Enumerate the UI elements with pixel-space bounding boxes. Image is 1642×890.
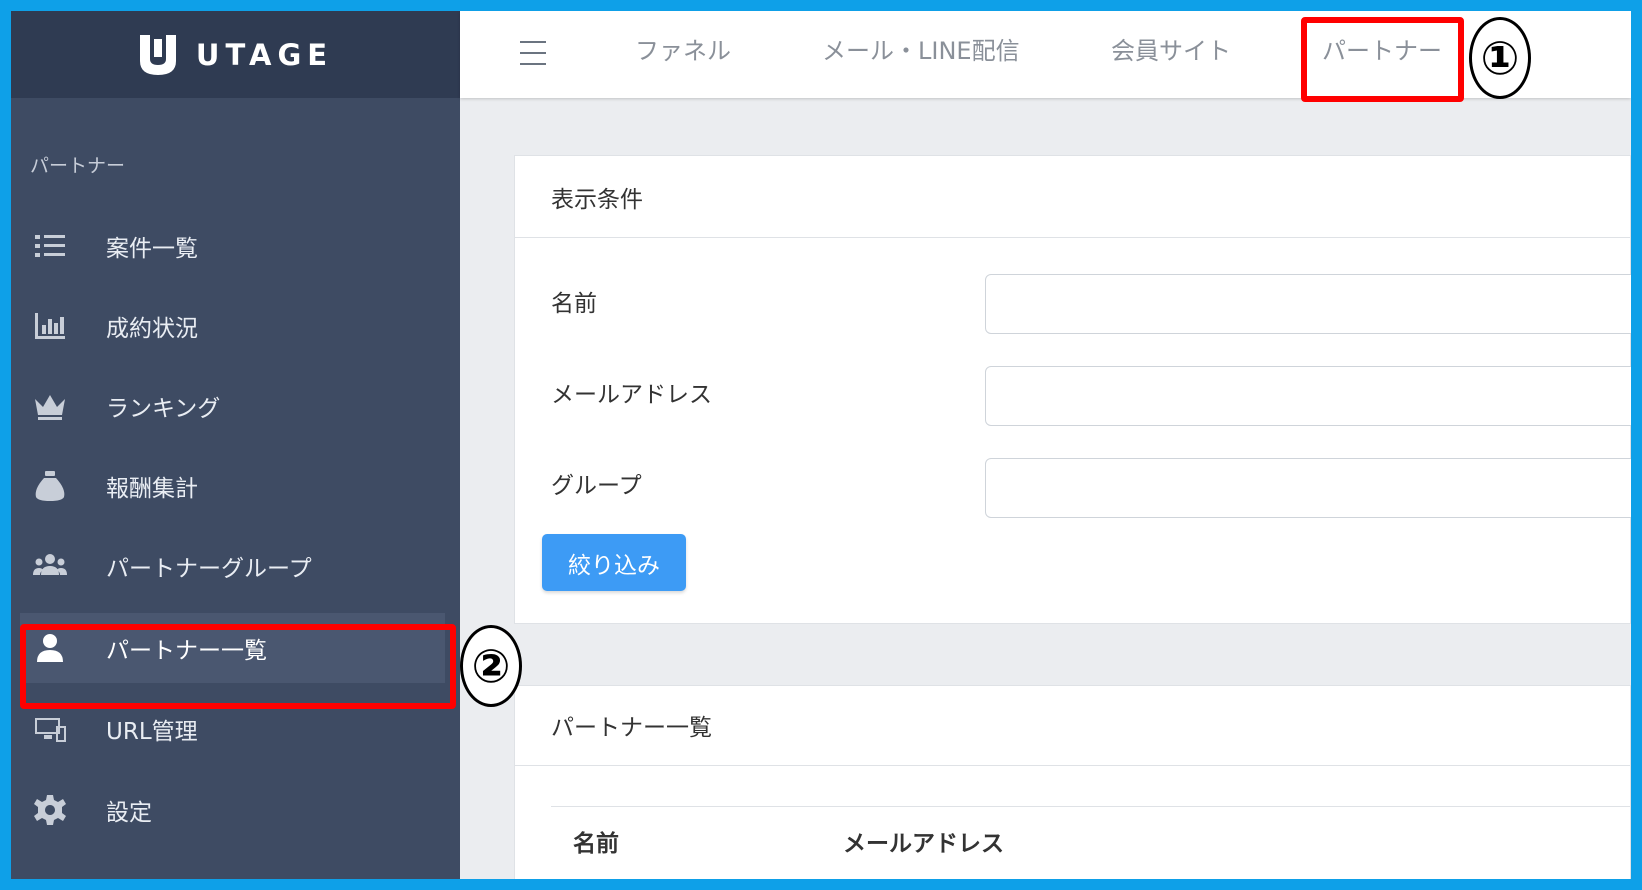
brand-name: UTAGE bbox=[195, 37, 334, 72]
money-bag-icon bbox=[30, 466, 70, 506]
users-icon bbox=[30, 546, 70, 586]
partner-list-title: パートナー一覧 bbox=[551, 715, 712, 741]
table-top-border bbox=[551, 806, 1631, 807]
utage-logo-icon bbox=[139, 34, 176, 75]
filter-button[interactable]: 絞り込み bbox=[542, 534, 686, 591]
column-header-name[interactable]: 名前 bbox=[573, 824, 619, 858]
group-label: グループ bbox=[551, 473, 642, 499]
filter-card: 表示条件 名前 メールアドレス グループ 絞り込み bbox=[514, 155, 1631, 624]
hamburger-icon[interactable] bbox=[520, 41, 546, 65]
name-input[interactable] bbox=[985, 274, 1631, 334]
sidebar-item-label: 報酬集計 bbox=[106, 476, 198, 502]
divider bbox=[515, 765, 1631, 766]
sidebar-item-label: パートナーグループ bbox=[106, 556, 312, 582]
sidebar: UTAGE パートナー 案件一覧 成約状況 ランキング 報酬集計 パートナーグル… bbox=[11, 11, 460, 879]
sidebar-item-settings[interactable]: 設定 bbox=[20, 775, 445, 845]
column-header-email[interactable]: メールアドレス bbox=[843, 824, 1004, 858]
crown-icon bbox=[30, 386, 70, 426]
sidebar-item-projects[interactable]: 案件一覧 bbox=[20, 211, 445, 281]
group-select[interactable] bbox=[985, 458, 1631, 518]
sidebar-item-ranking[interactable]: ランキング bbox=[20, 371, 445, 441]
sidebar-item-partner-groups[interactable]: パートナーグループ bbox=[20, 531, 445, 601]
bar-chart-icon bbox=[30, 306, 70, 346]
brand-bar[interactable]: UTAGE bbox=[11, 11, 460, 98]
desktop-icon bbox=[30, 709, 70, 749]
nav-mail-line[interactable]: メール・LINE配信 bbox=[822, 31, 1020, 66]
name-label: 名前 bbox=[551, 291, 597, 317]
sidebar-item-label: 成約状況 bbox=[106, 316, 198, 342]
email-label: メールアドレス bbox=[551, 382, 712, 408]
sidebar-item-label: 案件一覧 bbox=[106, 236, 198, 262]
nav-member-site[interactable]: 会員サイト bbox=[1111, 31, 1231, 66]
app-window: UTAGE パートナー 案件一覧 成約状況 ランキング 報酬集計 パートナーグル… bbox=[11, 11, 1631, 879]
sidebar-item-rewards[interactable]: 報酬集計 bbox=[20, 451, 445, 521]
callout-number-2: ② bbox=[460, 625, 522, 707]
highlight-box-partner-tab bbox=[1301, 17, 1464, 102]
gear-icon bbox=[30, 790, 70, 830]
sidebar-item-label: URL管理 bbox=[106, 719, 198, 745]
sidebar-item-label: 設定 bbox=[106, 800, 152, 826]
partner-list-card: パートナー一覧 名前 メールアドレス bbox=[514, 685, 1631, 879]
filter-card-title: 表示条件 bbox=[551, 187, 643, 213]
sidebar-item-conversions[interactable]: 成約状況 bbox=[20, 291, 445, 361]
nav-funnel[interactable]: ファネル bbox=[635, 31, 731, 66]
highlight-box-partner-list bbox=[20, 624, 456, 709]
email-input[interactable] bbox=[985, 366, 1631, 426]
sidebar-item-label: ランキング bbox=[106, 396, 221, 422]
callout-number-1: ① bbox=[1469, 17, 1531, 99]
sidebar-section-title: パートナー bbox=[30, 155, 126, 177]
list-icon bbox=[30, 226, 70, 266]
divider bbox=[515, 237, 1631, 238]
